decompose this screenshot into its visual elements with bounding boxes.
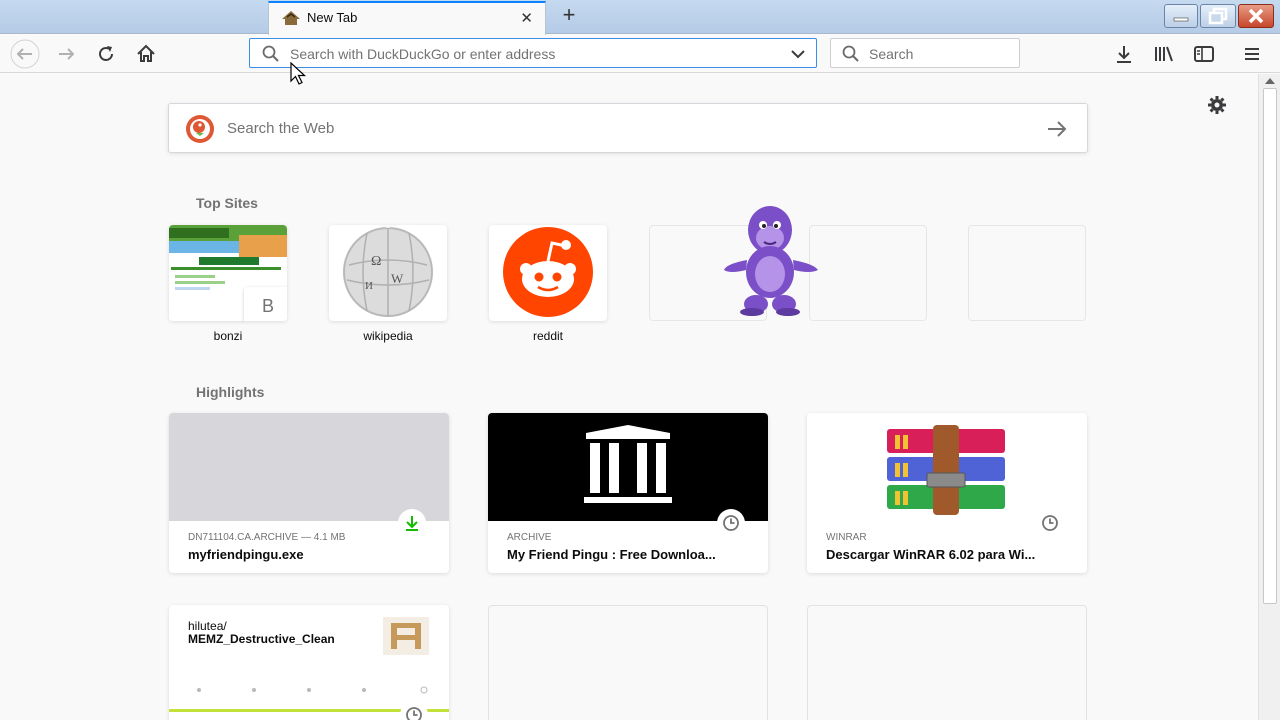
search-bar[interactable]: Search (830, 38, 1020, 68)
top-site-wikipedia[interactable]: Ω W И (329, 225, 447, 321)
highlight-card[interactable]: WINRAR Descargar WinRAR 6.02 para Wi... (807, 413, 1087, 573)
gear-icon[interactable] (1206, 94, 1228, 116)
sidebar-icon[interactable] (1189, 39, 1219, 69)
window-minimize-button[interactable] (1164, 4, 1198, 28)
new-tab-button[interactable]: + (556, 4, 582, 28)
repository-preview-icon (383, 617, 429, 655)
top-sites-heading: Top Sites (196, 195, 258, 211)
highlight-source: DN711104.CA.ARCHIVE — 4.1 MB (188, 532, 346, 543)
home-icon[interactable] (131, 39, 161, 69)
address-placeholder: Search with DuckDuckGo or enter address (290, 46, 556, 62)
clock-icon (406, 707, 422, 720)
highlight-source: WINRAR (826, 532, 867, 543)
tab-new-tab[interactable]: New Tab ✕ (268, 1, 546, 35)
web-search-box[interactable]: Search the Web (168, 103, 1088, 153)
highlight-empty-slot (488, 605, 768, 720)
highlight-card[interactable]: hilutea/ MEMZ_Destructive_Clean (169, 605, 449, 720)
search-icon (262, 45, 279, 62)
top-site-empty-slot[interactable] (809, 225, 927, 321)
highlight-title: My Friend Pingu : Free Downloa... (507, 547, 716, 562)
highlight-empty-slot (807, 605, 1087, 720)
highlight-title: myfriendpingu.exe (188, 547, 304, 562)
tab-close-icon[interactable]: ✕ (520, 9, 533, 27)
highlights-heading: Highlights (196, 384, 265, 400)
top-site-label: reddit (532, 329, 564, 343)
mouse-cursor-icon (290, 62, 307, 85)
highlight-source: ARCHIVE (507, 532, 552, 543)
tab-bar: New Tab ✕ + (0, 0, 1280, 35)
top-site-bonzi[interactable]: B (169, 225, 287, 321)
scrollbar-thumb[interactable] (1263, 88, 1277, 604)
address-bar[interactable]: Search with DuckDuckGo or enter address (249, 38, 817, 68)
highlight-badge (398, 509, 426, 537)
clock-icon (1042, 515, 1058, 531)
top-site-label: wikipedia (363, 329, 413, 343)
highlight-card[interactable]: DN711104.CA.ARCHIVE — 4.1 MB myfriendpin… (169, 413, 449, 573)
highlight-thumbnail (169, 413, 449, 521)
downloads-icon[interactable] (1109, 39, 1139, 69)
duckduckgo-logo-icon (186, 115, 214, 143)
highlight-source: hilutea/ (188, 619, 227, 633)
reddit-logo-icon (503, 227, 593, 317)
top-site-reddit[interactable] (489, 225, 607, 321)
highlight-badge (1036, 509, 1064, 537)
svg-text:Ω: Ω (371, 254, 381, 269)
tab-title: New Tab (307, 10, 358, 25)
forward-arrow-icon[interactable] (51, 39, 81, 69)
chevron-down-icon[interactable] (790, 48, 806, 60)
page-scrollbar[interactable] (1258, 74, 1280, 720)
navigation-toolbar: Search with DuckDuckGo or enter address … (0, 35, 1280, 73)
highlight-title: Descargar WinRAR 6.02 para Wi... (826, 547, 1036, 562)
bonzi-buddy-character[interactable] (720, 200, 820, 316)
clock-icon (723, 515, 739, 531)
web-search-placeholder: Search the Web (227, 120, 335, 137)
window-restore-button[interactable] (1200, 4, 1236, 28)
highlight-card[interactable]: ARCHIVE My Friend Pingu : Free Downloa..… (488, 413, 768, 573)
download-icon (406, 516, 418, 531)
winrar-logo-icon (807, 413, 1087, 521)
highlight-title: MEMZ_Destructive_Clean (188, 632, 335, 646)
arrow-right-icon[interactable] (1045, 118, 1069, 140)
back-arrow-icon[interactable] (10, 39, 40, 69)
hamburger-menu-icon[interactable] (1237, 39, 1267, 69)
reload-icon[interactable] (91, 39, 121, 69)
top-site-empty-slot[interactable] (968, 225, 1086, 321)
svg-text:И: И (365, 280, 373, 292)
highlight-badge (717, 509, 745, 537)
library-icon[interactable] (1149, 39, 1179, 69)
tab-favicon-icon (282, 11, 300, 25)
top-site-label: bonzi (213, 329, 243, 343)
svg-text:W: W (391, 271, 404, 286)
archive-logo-icon (488, 413, 768, 521)
search-icon (842, 45, 859, 62)
site-letter: B (262, 296, 275, 316)
wikipedia-logo-icon: Ω W И (343, 225, 433, 317)
new-tab-page: Search the Web Top Sites B bonzi Ω W И w… (0, 74, 1258, 720)
window-close-button[interactable] (1238, 4, 1274, 28)
scroll-up-arrow-icon[interactable] (1265, 78, 1275, 84)
site-letter-tile: B (244, 287, 287, 321)
search-placeholder: Search (869, 46, 914, 62)
